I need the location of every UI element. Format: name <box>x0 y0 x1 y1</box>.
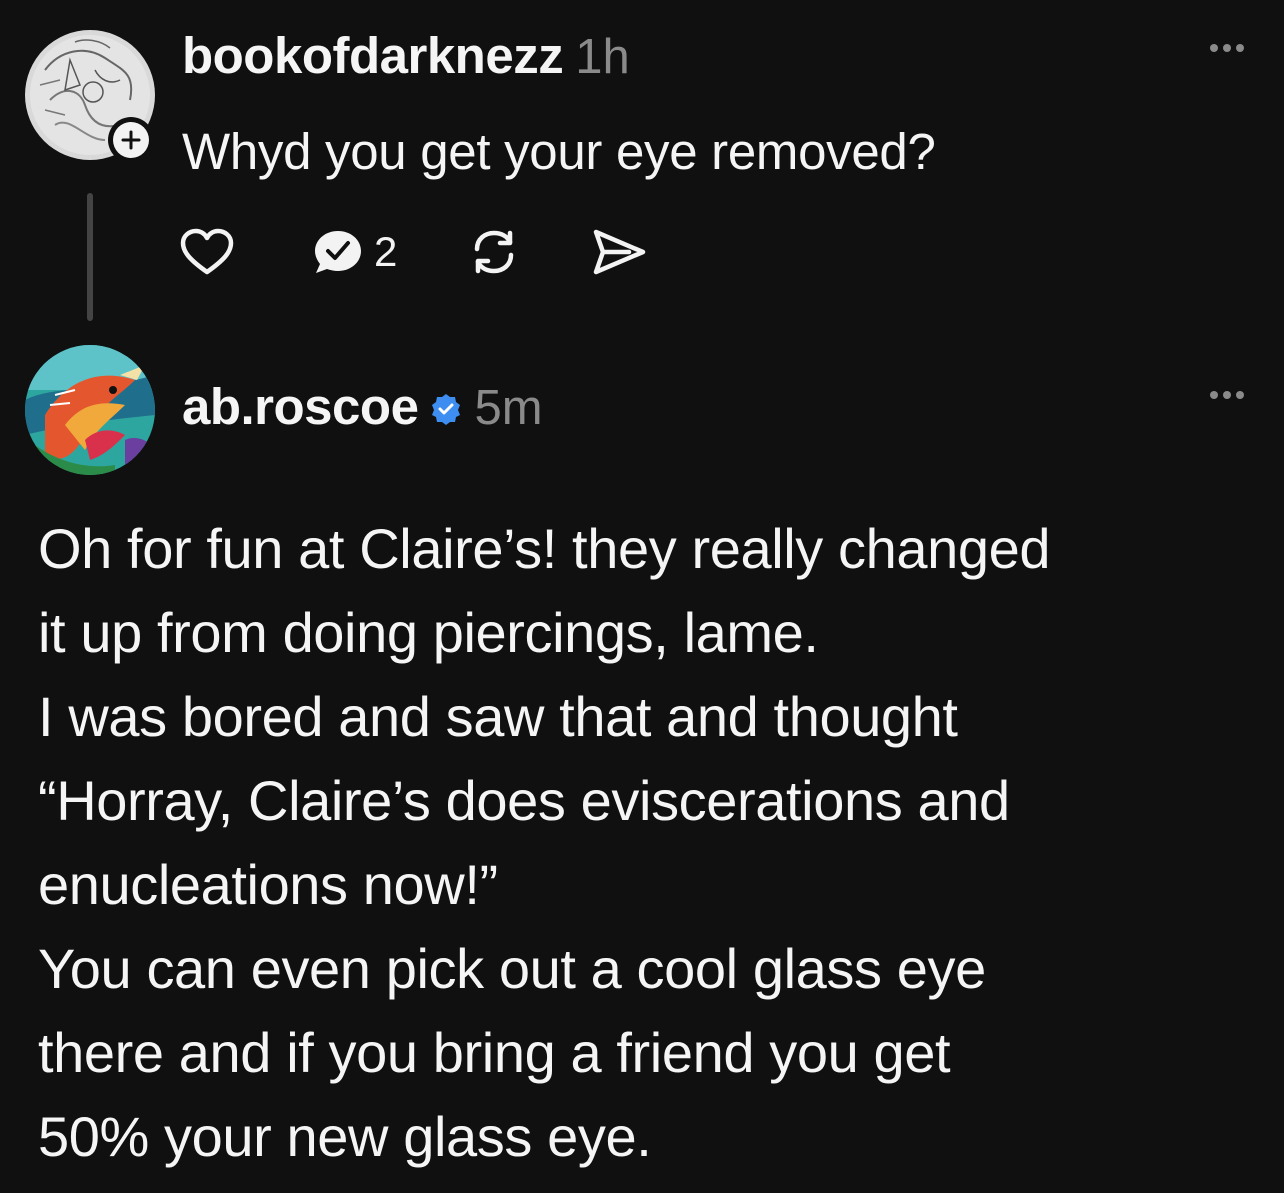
reply-bubble-icon <box>315 231 361 273</box>
more-icon[interactable] <box>1210 391 1244 399</box>
timestamp: 1h <box>575 30 630 84</box>
post-body-line: Oh for fun at Claire’s! they really chan… <box>38 517 1051 580</box>
send-icon <box>594 229 646 275</box>
reply-post: ab.roscoe 5m Oh for fun at Claire’s! the… <box>0 340 1284 1193</box>
verified-badge-icon <box>430 393 462 425</box>
post-body-line: enucleations now!” <box>38 853 498 916</box>
post-body-line: You can even pick out a cool glass eye <box>38 937 986 1000</box>
like-button[interactable] <box>180 228 234 276</box>
thread-line <box>87 193 93 321</box>
post-header: bookofdarknezz 1h <box>182 26 630 85</box>
post-body-line: it up from doing piercings, lame. <box>38 601 819 664</box>
post-body: Oh for fun at Claire’s! they really chan… <box>38 507 1268 1179</box>
reply-button[interactable]: 2 <box>312 228 397 276</box>
parent-post: bookofdarknezz 1h Whyd you get your eye … <box>0 0 1284 340</box>
post-body-line: there and if you bring a friend you get <box>38 1021 951 1084</box>
follow-button[interactable] <box>108 117 154 163</box>
post-body-line: “Horray, Claire’s does eviscerations and <box>38 769 1010 832</box>
post-body-line: I was bored and saw that and thought <box>38 685 958 748</box>
post-text: Whyd you get your eye removed? <box>182 123 936 180</box>
repost-button[interactable] <box>467 225 521 279</box>
reply-count: 2 <box>374 228 398 275</box>
repost-icon <box>475 230 514 274</box>
painted-avatar-icon <box>25 345 155 475</box>
plus-icon <box>113 122 149 158</box>
share-button[interactable] <box>591 227 647 277</box>
post-body-line: 50% your new glass eye. <box>38 1105 652 1168</box>
heart-icon <box>180 228 234 275</box>
ab-roscoe-avatar[interactable] <box>25 345 155 475</box>
action-bar: 2 <box>180 222 647 282</box>
more-icon[interactable] <box>1210 44 1244 52</box>
post-header: ab.roscoe 5m <box>182 377 543 436</box>
timestamp: 5m <box>474 381 543 435</box>
username[interactable]: ab.roscoe <box>182 377 419 436</box>
username[interactable]: bookofdarknezz <box>182 26 564 85</box>
